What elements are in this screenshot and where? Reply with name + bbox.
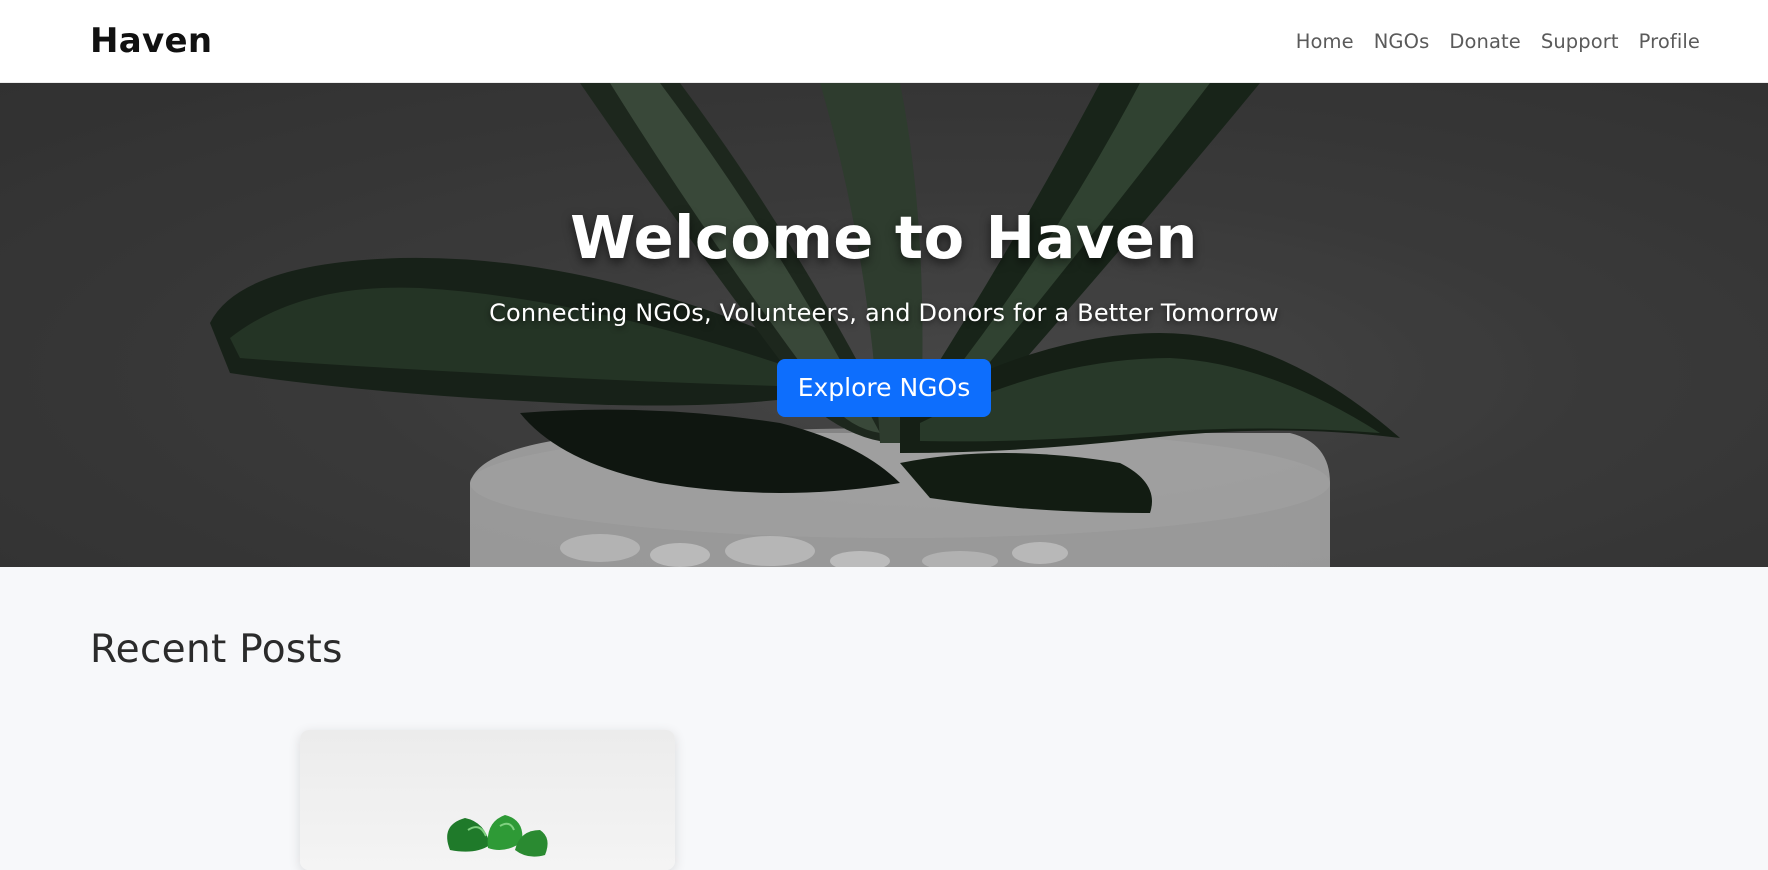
nav-link-support[interactable]: Support bbox=[1541, 30, 1619, 53]
nav-link-ngos[interactable]: NGOs bbox=[1374, 30, 1430, 53]
hero-title: Welcome to Haven bbox=[570, 203, 1198, 272]
hero-content: Welcome to Haven Connecting NGOs, Volunt… bbox=[0, 83, 1768, 567]
top-navbar: Haven Home NGOs Donate Support Profile bbox=[0, 0, 1768, 83]
recent-posts-title: Recent Posts bbox=[90, 627, 343, 672]
nav-link-donate[interactable]: Donate bbox=[1449, 30, 1521, 53]
explore-ngos-button[interactable]: Explore NGOs bbox=[776, 359, 992, 417]
nav-link-profile[interactable]: Profile bbox=[1639, 30, 1700, 53]
hero-banner: Welcome to Haven Connecting NGOs, Volunt… bbox=[0, 83, 1768, 567]
plant-sprout-photo-icon bbox=[447, 815, 548, 857]
post-card[interactable] bbox=[300, 730, 675, 870]
nav-link-home[interactable]: Home bbox=[1296, 30, 1354, 53]
nav-links: Home NGOs Donate Support Profile bbox=[1296, 30, 1700, 53]
brand-logo[interactable]: Haven bbox=[90, 21, 212, 61]
hero-subtitle: Connecting NGOs, Volunteers, and Donors … bbox=[489, 299, 1279, 327]
